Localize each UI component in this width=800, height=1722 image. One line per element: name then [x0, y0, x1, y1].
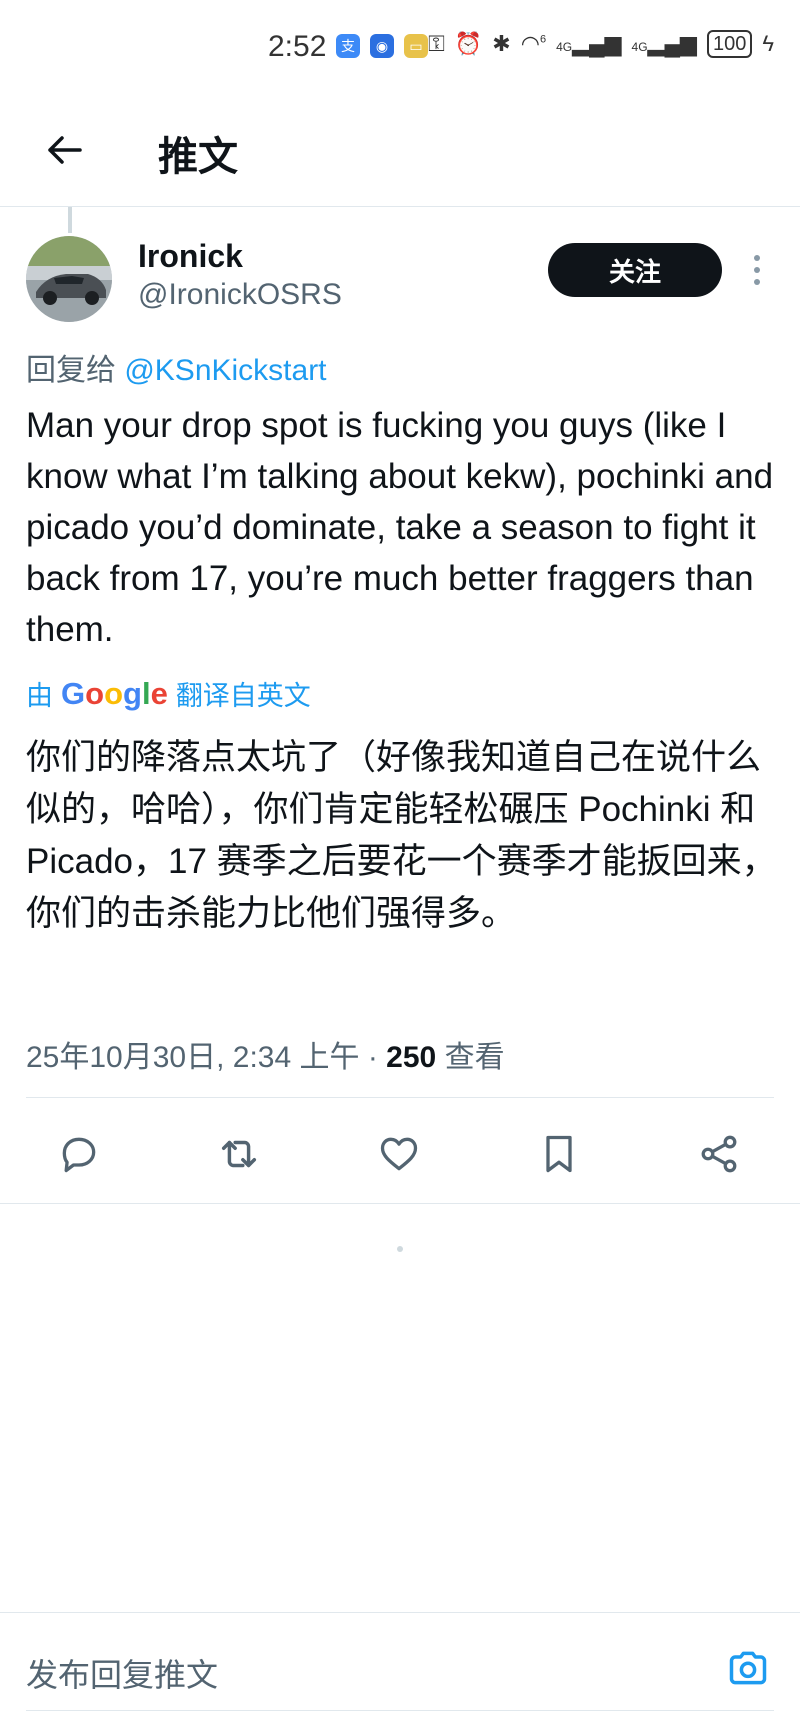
- thread-connector-line: [68, 207, 72, 233]
- retweet-icon: [221, 1140, 257, 1168]
- shield-app-icon: ◉: [370, 34, 394, 58]
- loading-dot: [397, 1246, 403, 1252]
- signal-icon-1: 4G▂▄▆: [556, 31, 622, 56]
- bottom-divider: [26, 1710, 774, 1711]
- follow-button[interactable]: 关注: [548, 243, 722, 297]
- reply-input[interactable]: 发布回复推文: [26, 1650, 218, 1696]
- key-icon: ⚿: [428, 31, 445, 56]
- back-arrow-icon: [48, 136, 82, 164]
- reply-context: 回复给 @KSnKickstart: [26, 345, 327, 389]
- avatar[interactable]: [26, 236, 112, 322]
- actions-divider: [0, 1203, 800, 1204]
- charging-icon: ϟ: [762, 31, 774, 56]
- notification-icons: 支 ◉ ▭: [336, 34, 428, 58]
- tweet-actions: [0, 1112, 800, 1196]
- top-app-bar: 推文: [0, 100, 800, 207]
- alarm-icon: ⏰: [454, 31, 483, 56]
- tweet-text: Man your drop spot is fucking you guys (…: [26, 406, 774, 649]
- reply-prefix: 回复给: [26, 354, 116, 387]
- reply-mention-link[interactable]: @KSnKickstart: [124, 354, 326, 387]
- like-icon: [380, 1137, 418, 1171]
- display-name[interactable]: Ironick: [138, 238, 243, 275]
- camera-icon: [729, 1651, 767, 1685]
- reply-icon: [62, 1137, 96, 1173]
- tweet-meta: 25年10月30日, 2:34 上午 · 250 查看: [26, 1032, 505, 1076]
- back-button[interactable]: [40, 126, 88, 174]
- more-dot-icon: [754, 267, 760, 273]
- translated-text: 你们的降落点太坑了（好像我知道自己在说什么似的，哈哈），你们肯定能轻松碾压 Po…: [26, 738, 777, 933]
- avatar-car-image: [26, 236, 112, 322]
- views-count[interactable]: 250: [386, 1041, 436, 1074]
- bookmark-icon: [546, 1135, 572, 1173]
- more-dot-icon: [754, 279, 760, 285]
- user-handle[interactable]: @IronickOSRS: [138, 278, 342, 312]
- timestamp: 25年10月30日, 2:34 上午 ·: [26, 1041, 387, 1074]
- wifi-icon: ◠6: [520, 31, 547, 56]
- status-bar: 2:52 支 ◉ ▭ ⚿ ⏰ ✱ ◠6 4G▂▄▆ 4G▂▄▆ 100 ϟ: [0, 0, 800, 100]
- status-time: 2:52: [268, 30, 327, 63]
- like-button[interactable]: [373, 1128, 425, 1180]
- reply-button[interactable]: [53, 1128, 105, 1180]
- system-icons: ⚿ ⏰ ✱ ◠6 4G▂▄▆ 4G▂▄▆ 100 ϟ: [428, 30, 774, 58]
- more-dot-icon: [754, 255, 760, 261]
- translation-suffix: 翻译自英文: [175, 681, 311, 711]
- alipay-icon: 支: [336, 34, 360, 58]
- battery-icon: 100: [706, 30, 753, 58]
- views-label: 查看: [436, 1041, 505, 1074]
- camera-button[interactable]: [724, 1644, 772, 1692]
- reply-composer: 发布回复推文: [0, 1612, 800, 1722]
- translation-by: 由: [26, 681, 53, 711]
- more-options-button[interactable]: [742, 248, 772, 292]
- share-icon: [701, 1135, 737, 1173]
- bookmark-button[interactable]: [533, 1128, 585, 1180]
- share-button[interactable]: [693, 1128, 745, 1180]
- retweet-button[interactable]: [213, 1128, 265, 1180]
- signal-icon-2: 4G▂▄▆: [631, 31, 697, 56]
- divider: [26, 1097, 774, 1098]
- page-title: 推文: [158, 135, 238, 179]
- bluetooth-icon: ✱: [492, 31, 511, 56]
- google-logo: Google: [61, 675, 168, 711]
- message-app-icon: ▭: [404, 34, 428, 58]
- translation-notice[interactable]: 由 Google 翻译自英文: [26, 674, 311, 713]
